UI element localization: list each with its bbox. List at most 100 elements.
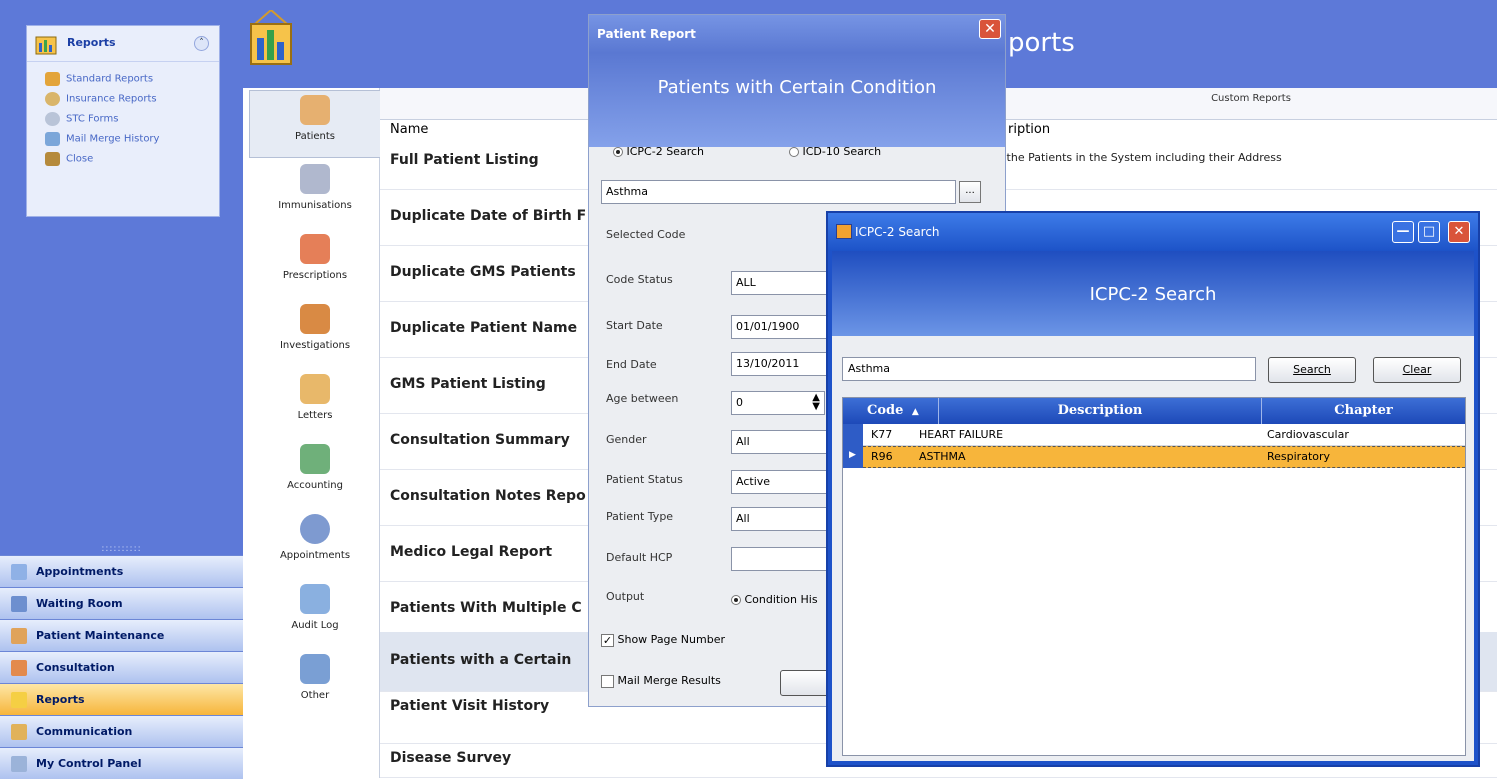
report-name: Duplicate Date of Birth F <box>390 208 587 224</box>
standard-reports-link[interactable]: Standard Reports <box>45 72 153 90</box>
investigations-icon <box>300 304 330 334</box>
report-name: Full Patient Listing <box>390 152 539 168</box>
pane-splitter[interactable]: :::::::::: <box>0 544 243 554</box>
mail-merge-history-link[interactable]: Mail Merge History <box>45 132 159 150</box>
report-name: Duplicate GMS Patients <box>390 264 576 280</box>
report-name: Disease Survey <box>390 750 512 766</box>
icpc-search-dialog: ICPC-2 Search — □ ✕ ICPC-2 Search Asthma… <box>826 211 1480 767</box>
patient-dialog-heading: Patients with Certain Condition <box>657 77 937 98</box>
category-patients[interactable]: Patients <box>249 90 381 158</box>
reports-logo-icon <box>250 10 292 65</box>
calendar-icon <box>11 564 27 580</box>
end-date-label: End Date <box>606 358 657 371</box>
code-status-label: Code Status <box>606 273 673 286</box>
icd10-search-radio[interactable]: ICD-10 Search <box>789 145 881 158</box>
category-investigations[interactable]: Investigations <box>249 300 381 368</box>
collapse-chevron-icon[interactable]: ˄ <box>194 36 209 51</box>
insurance-reports-link[interactable]: Insurance Reports <box>45 92 157 110</box>
patient-type-label: Patient Type <box>606 510 674 523</box>
category-accounting[interactable]: Accounting <box>249 440 381 508</box>
code-cell: K77 <box>871 428 893 441</box>
report-name: Medico Legal Report <box>390 544 553 560</box>
category-other[interactable]: Other <box>249 650 381 718</box>
page-title: ports <box>1008 28 1075 58</box>
report-name: Patients with a Certain <box>390 652 572 668</box>
nav-reports[interactable]: Reports <box>0 683 243 715</box>
navigation-pane: Reports ˄ Standard Reports Insurance Rep… <box>0 0 243 779</box>
start-date-label: Start Date <box>606 319 663 332</box>
letters-icon <box>300 374 330 404</box>
reports-icon <box>11 692 27 708</box>
nav-communication[interactable]: Communication <box>0 715 243 747</box>
description-cell: ASTHMA <box>919 450 966 463</box>
standard-reports-icon <box>45 72 60 86</box>
report-name: GMS Patient Listing <box>390 376 546 392</box>
mail-merge-icon <box>45 132 60 146</box>
report-name: Consultation Notes Repo <box>390 488 586 504</box>
checkmark-icon: ✓ <box>601 633 614 647</box>
search-button[interactable]: Search <box>1268 357 1356 383</box>
report-name: Consultation Summary <box>390 432 570 448</box>
column-header-description[interactable]: Description <box>939 403 1261 418</box>
minimize-icon[interactable]: — <box>1392 221 1414 243</box>
insurance-reports-icon <box>45 92 60 106</box>
waiting-room-icon <box>11 596 27 612</box>
reports-icon <box>35 36 57 55</box>
gender-label: Gender <box>606 433 647 446</box>
description-cell: HEART FAILURE <box>919 428 1004 441</box>
default-hcp-label: Default HCP <box>606 551 673 564</box>
category-letters[interactable]: Letters <box>249 370 381 438</box>
icpc-dialog-titlebar[interactable]: ICPC-2 Search — □ ✕ <box>828 213 1478 251</box>
patients-icon <box>300 95 330 125</box>
icpc-dialog-heading: ICPC-2 Search <box>1089 284 1217 305</box>
category-audit-log[interactable]: Audit Log <box>249 580 381 648</box>
table-row[interactable]: K77 HEART FAILURE Cardiovascular <box>843 424 1465 446</box>
icpc-search-input[interactable]: Asthma <box>842 357 1256 381</box>
stc-forms-link[interactable]: STC Forms <box>45 112 118 130</box>
syringe-icon <box>300 164 330 194</box>
row-header[interactable]: ▶ <box>843 446 863 468</box>
condition-input[interactable]: Asthma <box>601 180 956 204</box>
report-name: Patient Visit History <box>390 698 550 714</box>
reports-group-header[interactable]: Reports ˄ <box>27 26 219 62</box>
chapter-cell: Cardiovascular <box>1267 428 1349 441</box>
close-icon <box>45 152 60 166</box>
chapter-cell: Respiratory <box>1267 450 1331 463</box>
column-header-chapter[interactable]: Chapter <box>1262 403 1465 418</box>
custom-reports-header[interactable]: Custom Reports <box>1005 93 1497 115</box>
patient-dialog-titlebar[interactable]: Patient Report ✕ <box>589 15 1005 53</box>
consultation-icon <box>11 660 27 676</box>
spinner-arrows-icon[interactable]: ▲ ▼ <box>812 393 820 412</box>
nav-my-control-panel[interactable]: My Control Panel <box>0 747 243 779</box>
sort-ascending-icon: ▲ <box>911 407 919 417</box>
app-window-icon <box>836 224 852 239</box>
category-immunisations[interactable]: Immunisations <box>249 160 381 228</box>
patient-dialog-title: Patient Report <box>597 27 696 41</box>
clear-button[interactable]: Clear <box>1373 357 1461 383</box>
show-page-number-checkbox[interactable]: ✓ Show Page Number <box>601 633 725 647</box>
icpc-dialog-body: ICPC-2 Search Asthma Search Clear Code ▲… <box>832 251 1474 761</box>
close-icon[interactable]: ✕ <box>1448 221 1470 243</box>
column-header-code[interactable]: Code ▲ <box>867 403 919 418</box>
age-between-label: Age between <box>606 392 679 405</box>
nav-patient-maintenance[interactable]: Patient Maintenance <box>0 619 243 651</box>
category-appointments[interactable]: Appointments <box>249 510 381 578</box>
row-header[interactable] <box>843 424 863 446</box>
accounting-icon <box>300 444 330 474</box>
icpc-results-grid: Code ▲ Description Chapter K77 HEART FAI… <box>842 397 1466 756</box>
nav-waiting-room[interactable]: Waiting Room <box>0 587 243 619</box>
mail-merge-results-checkbox[interactable]: Mail Merge Results <box>601 674 721 688</box>
output-condition-radio[interactable]: Condition His <box>731 593 818 606</box>
patients-icon <box>11 628 27 644</box>
close-icon[interactable]: ✕ <box>979 19 1001 39</box>
age-from-stepper[interactable]: 0 ▲ ▼ <box>731 391 825 415</box>
nav-appointments[interactable]: Appointments <box>0 555 243 587</box>
category-prescriptions[interactable]: Prescriptions <box>249 230 381 298</box>
other-icon <box>300 654 330 684</box>
table-row-selected[interactable]: ▶ R96 ASTHMA Respiratory <box>843 446 1465 468</box>
close-link[interactable]: Close <box>45 152 93 170</box>
icpc-search-radio[interactable]: ICPC-2 Search <box>613 145 704 158</box>
nav-consultation[interactable]: Consultation <box>0 651 243 683</box>
maximize-icon[interactable]: □ <box>1418 221 1440 243</box>
browse-button[interactable]: ... <box>959 181 981 203</box>
